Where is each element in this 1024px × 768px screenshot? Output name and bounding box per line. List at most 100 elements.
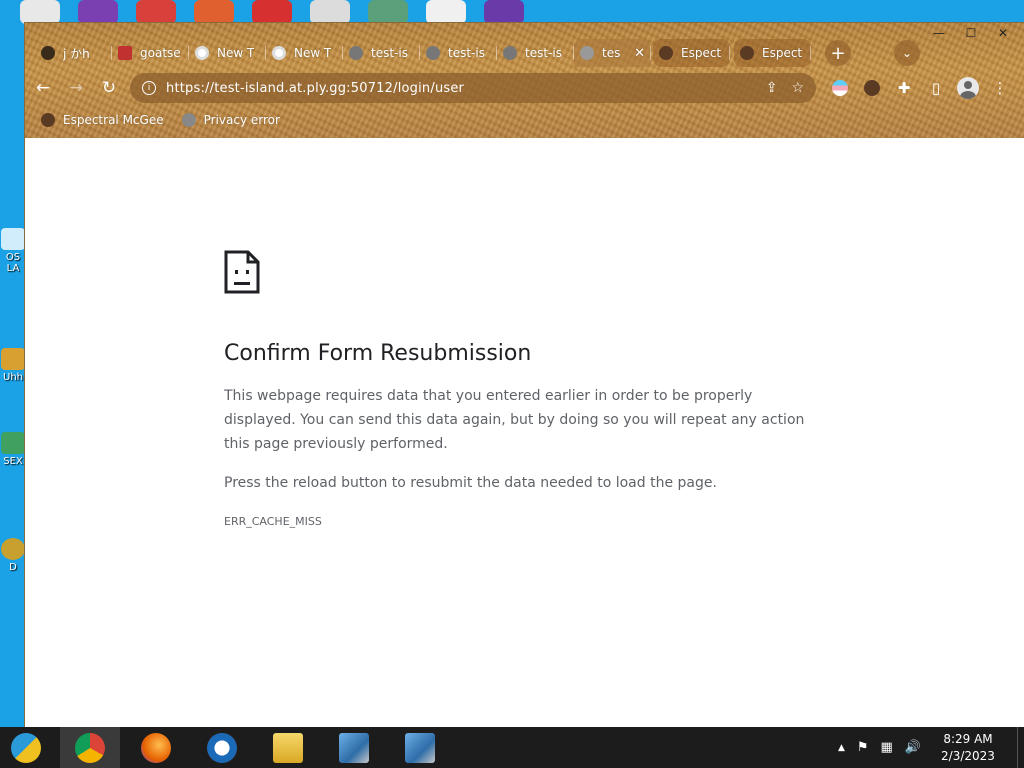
desktop-icon-white-app[interactable] (426, 0, 466, 24)
tab-0[interactable]: j かh (35, 39, 112, 67)
taskbar-explorer[interactable] (258, 727, 318, 768)
show-hidden-icons-button[interactable]: ▲ (838, 743, 845, 753)
profile-avatar-icon (957, 77, 979, 99)
globe-favicon-icon (580, 46, 594, 60)
desktop-icon-d[interactable]: D (0, 538, 26, 573)
show-desktop-button[interactable] (1017, 727, 1024, 768)
star-icon[interactable]: ☆ (791, 80, 804, 96)
maximize-button[interactable]: ☐ (956, 25, 986, 41)
globe-favicon-icon (349, 46, 363, 60)
desktop-icon-sex[interactable]: SEX (0, 432, 26, 467)
bookmark-privacy-error[interactable]: Privacy error (181, 113, 280, 127)
tab-label: test-is (371, 46, 408, 60)
address-bar[interactable]: i https://test-island.at.ply.gg:50712/lo… (130, 73, 816, 103)
desktop-icon-orange-app[interactable] (194, 0, 234, 24)
folder-icon (273, 732, 303, 763)
info-icon[interactable]: i (142, 81, 156, 95)
firefox-icon (141, 732, 171, 763)
taskbar-installer-2[interactable] (390, 727, 450, 768)
profile-button[interactable] (956, 76, 980, 100)
tab-9[interactable]: Espect (734, 39, 811, 67)
tab-label: Espect (762, 46, 803, 60)
tab-strip: j かh goatse New T New T test-is test-is (35, 39, 851, 67)
desktop-icon-label: SEX (3, 456, 23, 467)
flag-extension-icon (832, 80, 848, 96)
taskbar-installer-1[interactable] (324, 727, 384, 768)
side-panel-button[interactable]: ▯ (924, 76, 948, 100)
avatar-extension-icon (864, 80, 880, 96)
mouse-cursor-icon (1008, 712, 1015, 726)
d-icon (1, 538, 25, 560)
start-orb-icon (11, 732, 41, 763)
clock[interactable]: 8:29 AM 2/3/2023 (933, 731, 1003, 765)
desktop-icon-green-app[interactable] (368, 0, 408, 24)
side-panel-icon: ▯ (931, 79, 941, 97)
bookmark-espectral[interactable]: Espectral McGee (41, 113, 164, 127)
close-tab-icon[interactable]: ✕ (634, 46, 645, 61)
volume-icon[interactable]: 🔊 (905, 740, 921, 755)
tab-3[interactable]: New T (266, 39, 343, 67)
extension-flag-button[interactable] (828, 76, 852, 100)
chrome-favicon-icon (195, 46, 209, 60)
sex-icon (1, 432, 25, 454)
tab-label: test-is (448, 46, 485, 60)
taskbar-firefox[interactable] (126, 727, 186, 768)
page-content: Confirm Form Resubmission This webpage r… (25, 138, 1024, 727)
minimize-button[interactable]: — (924, 25, 954, 41)
bookmark-favicon-icon (181, 113, 196, 127)
menu-button[interactable]: ⋮ (988, 76, 1012, 100)
taskbar: ▲ ⚑ ▦ 🔊 8:29 AM 2/3/2023 (0, 727, 1024, 768)
error-code: ERR_CACHE_MISS (224, 515, 322, 528)
tab-search-button[interactable]: ⌄ (894, 40, 920, 66)
toolbar: ← → ↻ i https://test-island.at.ply.gg:50… (25, 71, 1024, 105)
desktop-icon-os[interactable]: OS LA (0, 228, 26, 274)
error-instruction: Press the reload button to resubmit the … (224, 475, 717, 491)
chrome-favicon-icon (272, 46, 286, 60)
network-icon[interactable]: ▦ (881, 740, 893, 755)
window-controls: — ☐ ✕ (924, 25, 1018, 41)
clock-date: 2/3/2023 (941, 748, 995, 763)
reload-icon: ↻ (101, 78, 117, 98)
desktop-icon-violet-app[interactable] (484, 0, 524, 24)
browser-frame: — ☐ ✕ j かh goatse New T New T test-is te… (25, 23, 1024, 138)
tab-5[interactable]: test-is (420, 39, 497, 67)
tab-2[interactable]: New T (189, 39, 266, 67)
back-button[interactable]: ← (28, 73, 58, 103)
desktop-icon-red-logo[interactable] (252, 0, 292, 24)
share-icon[interactable]: ⇪ (766, 80, 778, 96)
flag-icon[interactable]: ⚑ (857, 740, 869, 755)
puzzle-icon: ✚ (897, 79, 911, 97)
close-window-button[interactable]: ✕ (988, 25, 1018, 41)
error-title: Confirm Form Resubmission (224, 341, 532, 366)
bookmark-label: Privacy error (203, 113, 280, 127)
start-button[interactable] (0, 727, 52, 768)
tab-6[interactable]: test-is (497, 39, 574, 67)
extensions-button[interactable]: ✚ (892, 76, 916, 100)
tab-label: New T (294, 46, 332, 60)
taskbar-app-blue[interactable] (192, 727, 252, 768)
installer-icon (339, 732, 369, 763)
extensions-area: ✚ ▯ ⋮ (828, 76, 1012, 100)
url-text[interactable]: https://test-island.at.ply.gg:50712/logi… (166, 81, 752, 96)
desktop-icon-document[interactable] (20, 0, 60, 24)
kebab-menu-icon: ⋮ (992, 79, 1008, 97)
desktop-icon-purple-app[interactable] (78, 0, 118, 24)
desktop-icon-gray-app[interactable] (310, 0, 350, 24)
desktop-icon-uhh[interactable]: Uhh (0, 348, 26, 383)
tab-label: j かh (63, 46, 90, 61)
tab-1[interactable]: goatse (112, 39, 189, 67)
new-tab-button[interactable]: + (825, 40, 851, 66)
tab-8[interactable]: Espect (653, 39, 730, 67)
tab-active[interactable]: tes ✕ (574, 39, 651, 67)
bookmark-label: Espectral McGee (63, 113, 164, 127)
tab-4[interactable]: test-is (343, 39, 420, 67)
tab-favicon-icon (740, 46, 754, 60)
browser-window: — ☐ ✕ j かh goatse New T New T test-is te… (25, 23, 1024, 727)
desktop-icon-red-app[interactable] (136, 0, 176, 24)
forward-button[interactable]: → (61, 73, 91, 103)
taskbar-chrome[interactable] (60, 727, 120, 768)
bookmarks-bar: Espectral McGee Privacy error (25, 109, 280, 131)
reload-button[interactable]: ↻ (94, 73, 124, 103)
arrow-left-icon: ← (35, 78, 51, 98)
extension-avatar-button[interactable] (860, 76, 884, 100)
